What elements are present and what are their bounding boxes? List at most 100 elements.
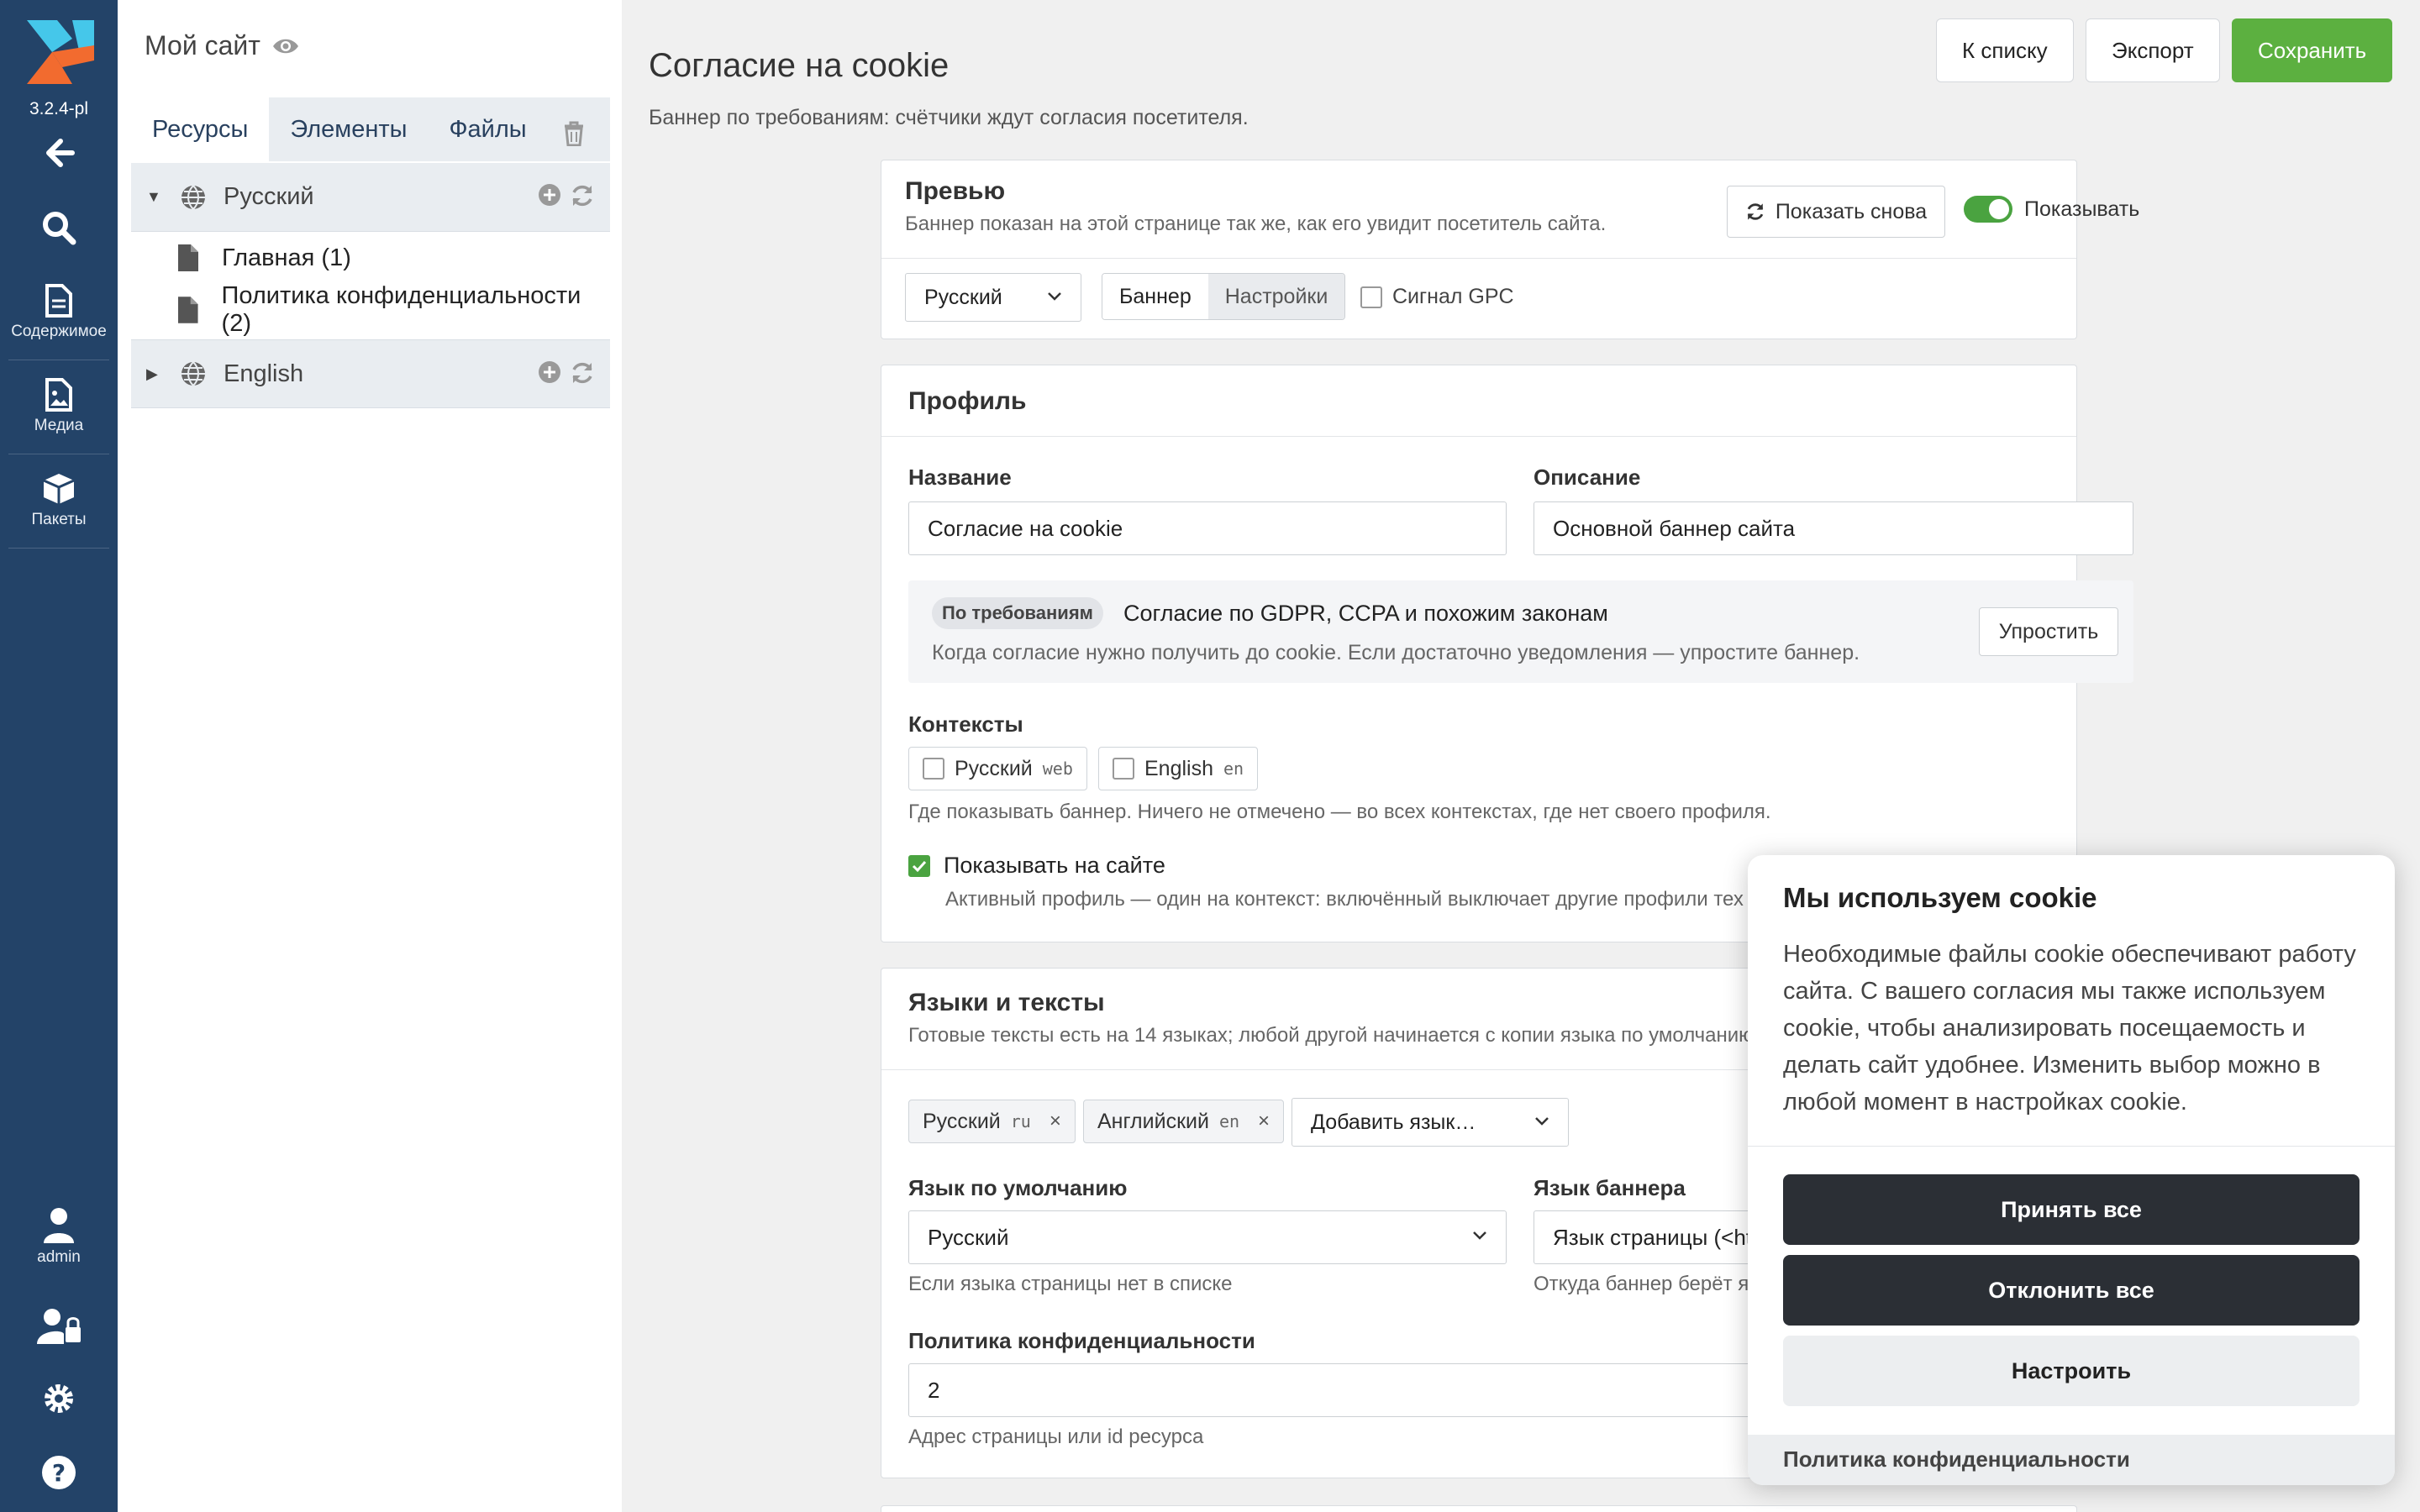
tree-resource[interactable]: Политика конфиденциальности (2): [131, 282, 610, 337]
consent-mode-box: По требованиям Согласие по GDPR, CCPA и …: [908, 580, 2133, 683]
seg-settings[interactable]: Настройки: [1207, 274, 1345, 319]
resource-name: Политика конфиденциальности (2): [221, 282, 581, 337]
document-icon: [178, 297, 198, 323]
nav-user-label: admin: [37, 1248, 81, 1266]
show-on-site-checkbox[interactable]: Показывать на сайте: [908, 853, 1165, 879]
nav-media[interactable]: Медиа: [0, 378, 118, 435]
tree-context-en[interactable]: ▶ English: [131, 339, 610, 408]
nav-media-label: Медиа: [34, 417, 84, 434]
context-chip-name: English: [1144, 756, 1213, 780]
divider: [1748, 1146, 2395, 1147]
tab-files[interactable]: Файлы: [428, 97, 547, 161]
add-icon[interactable]: [538, 360, 561, 384]
nav-access[interactable]: [0, 1307, 118, 1344]
default-language-value: Русский: [928, 1224, 1009, 1250]
banner-text: Необходимые файлы cookie обеспечивают ра…: [1783, 941, 2356, 1116]
default-language-label: Язык по умолчанию: [908, 1175, 1128, 1200]
back-to-list-button[interactable]: К списку: [1936, 18, 2074, 82]
nav-content-label: Содержимое: [11, 323, 107, 340]
document-icon: [178, 244, 198, 271]
show-on-site-help: Активный профиль — один на контекст: вкл…: [945, 888, 1744, 911]
user-icon: [44, 1208, 74, 1243]
context-checkbox-ru[interactable]: Русский web: [908, 747, 1087, 790]
caret-right-icon[interactable]: ▶: [146, 365, 168, 383]
search-button[interactable]: [0, 210, 118, 245]
add-icon[interactable]: [538, 183, 561, 207]
chevron-down-icon: [1535, 1117, 1549, 1126]
refresh-icon[interactable]: [570, 183, 595, 208]
remove-icon[interactable]: ×: [1050, 1110, 1061, 1133]
export-button[interactable]: Экспорт: [2086, 18, 2220, 82]
checkbox-checked[interactable]: [908, 854, 930, 877]
checkbox[interactable]: [923, 758, 944, 780]
toggle-label: Показывать: [2024, 197, 2140, 221]
tab-elements[interactable]: Элементы: [269, 97, 428, 161]
mode-title: Согласие по GDPR, CCPA и похожим законам: [1123, 601, 1608, 626]
simplify-button[interactable]: Упростить: [1979, 607, 2118, 656]
description-input[interactable]: Основной баннер сайта: [1534, 501, 2133, 555]
nav-content[interactable]: Содержимое: [0, 284, 118, 341]
checkbox[interactable]: [1113, 758, 1134, 780]
language-chip-code: ru: [1010, 1111, 1031, 1131]
language-chip-en: Английский en ×: [1083, 1100, 1285, 1143]
back-button[interactable]: [0, 136, 118, 170]
chevron-down-icon: [1048, 292, 1061, 301]
mode-desc: Когда согласие нужно получить до cookie.…: [932, 641, 1860, 664]
nav-packages[interactable]: Пакеты: [0, 472, 118, 529]
gpc-checkbox[interactable]: Сигнал GPC: [1360, 285, 1514, 309]
logo-icon[interactable]: [24, 17, 94, 87]
show-again-button[interactable]: Показать снова: [1727, 186, 1945, 238]
banner-footer: Политика конфиденциальности: [1748, 1435, 2395, 1485]
trash-icon[interactable]: [563, 121, 585, 146]
site-title[interactable]: Мой сайт: [145, 30, 299, 61]
remove-icon[interactable]: ×: [1258, 1110, 1270, 1133]
save-button[interactable]: Сохранить: [2232, 18, 2393, 82]
resource-name: Главная (1): [222, 244, 351, 271]
context-chip-name: Русский: [955, 756, 1033, 780]
preview-language-select[interactable]: Русский: [905, 273, 1081, 322]
mode-badge: По требованиям: [932, 597, 1103, 629]
page-title: Согласие на cookie: [649, 47, 950, 84]
divider: [881, 436, 2076, 437]
nav-settings[interactable]: [0, 1381, 118, 1416]
accept-all-button[interactable]: Принять все: [1783, 1174, 2360, 1245]
image-file-icon: [45, 378, 72, 412]
preview-desc: Баннер показан на этой странице так же, …: [905, 213, 1607, 235]
banner-language-value: Язык страницы (<ht: [1553, 1224, 1753, 1250]
banner-language-help: Откуда баннер берёт я: [1534, 1273, 1749, 1295]
default-language-select[interactable]: Русский: [908, 1210, 1507, 1264]
nav-user[interactable]: admin: [0, 1206, 118, 1267]
tree-context-ru[interactable]: ▼ Русский: [131, 163, 610, 232]
show-toggle[interactable]: Показывать: [1964, 196, 2139, 223]
reject-all-button[interactable]: Отклонить все: [1783, 1255, 2360, 1326]
tree-resource[interactable]: Главная (1): [131, 232, 610, 284]
seg-banner[interactable]: Баннер: [1102, 274, 1208, 319]
nav-help[interactable]: ?: [0, 1455, 118, 1490]
name-input[interactable]: Согласие на cookie: [908, 501, 1507, 555]
divider: [881, 258, 2076, 259]
tab-resources[interactable]: Ресурсы: [131, 97, 270, 161]
customize-button[interactable]: Настроить: [1783, 1336, 2360, 1406]
refresh-icon[interactable]: [570, 360, 595, 386]
privacy-policy-link[interactable]: Политика конфиденциальности: [1783, 1446, 2130, 1473]
user-lock-icon: [37, 1309, 81, 1344]
help-icon: ?: [42, 1456, 76, 1489]
add-language-select[interactable]: Добавить язык…: [1292, 1098, 1569, 1147]
main-sidebar: 3.2.4-pl Содержимое Медиа Пакеты admin ?: [0, 0, 118, 1512]
gear-icon: [45, 1384, 73, 1413]
checkbox[interactable]: [1360, 286, 1382, 308]
caret-down-icon[interactable]: ▼: [146, 188, 168, 206]
nav-divider: [8, 548, 109, 549]
policy-label: Политика конфиденциальности: [908, 1328, 1255, 1353]
preview-title: Превью: [905, 177, 1006, 205]
language-chip-code: en: [1218, 1111, 1240, 1131]
policy-help: Адрес страницы или id ресурса: [908, 1425, 1204, 1448]
preview-panel: Превью Баннер показан на этой странице т…: [881, 160, 2139, 339]
cookie-banner: Мы используем cookie Необходимые файлы c…: [1748, 855, 2395, 1485]
add-language-placeholder: Добавить язык…: [1311, 1110, 1476, 1134]
eye-icon[interactable]: [272, 37, 299, 55]
context-checkbox-en[interactable]: English en: [1098, 747, 1259, 790]
language-chip-name: Русский: [923, 1109, 1001, 1133]
toggle-switch[interactable]: [1964, 196, 2012, 223]
globe-icon: [182, 361, 205, 386]
